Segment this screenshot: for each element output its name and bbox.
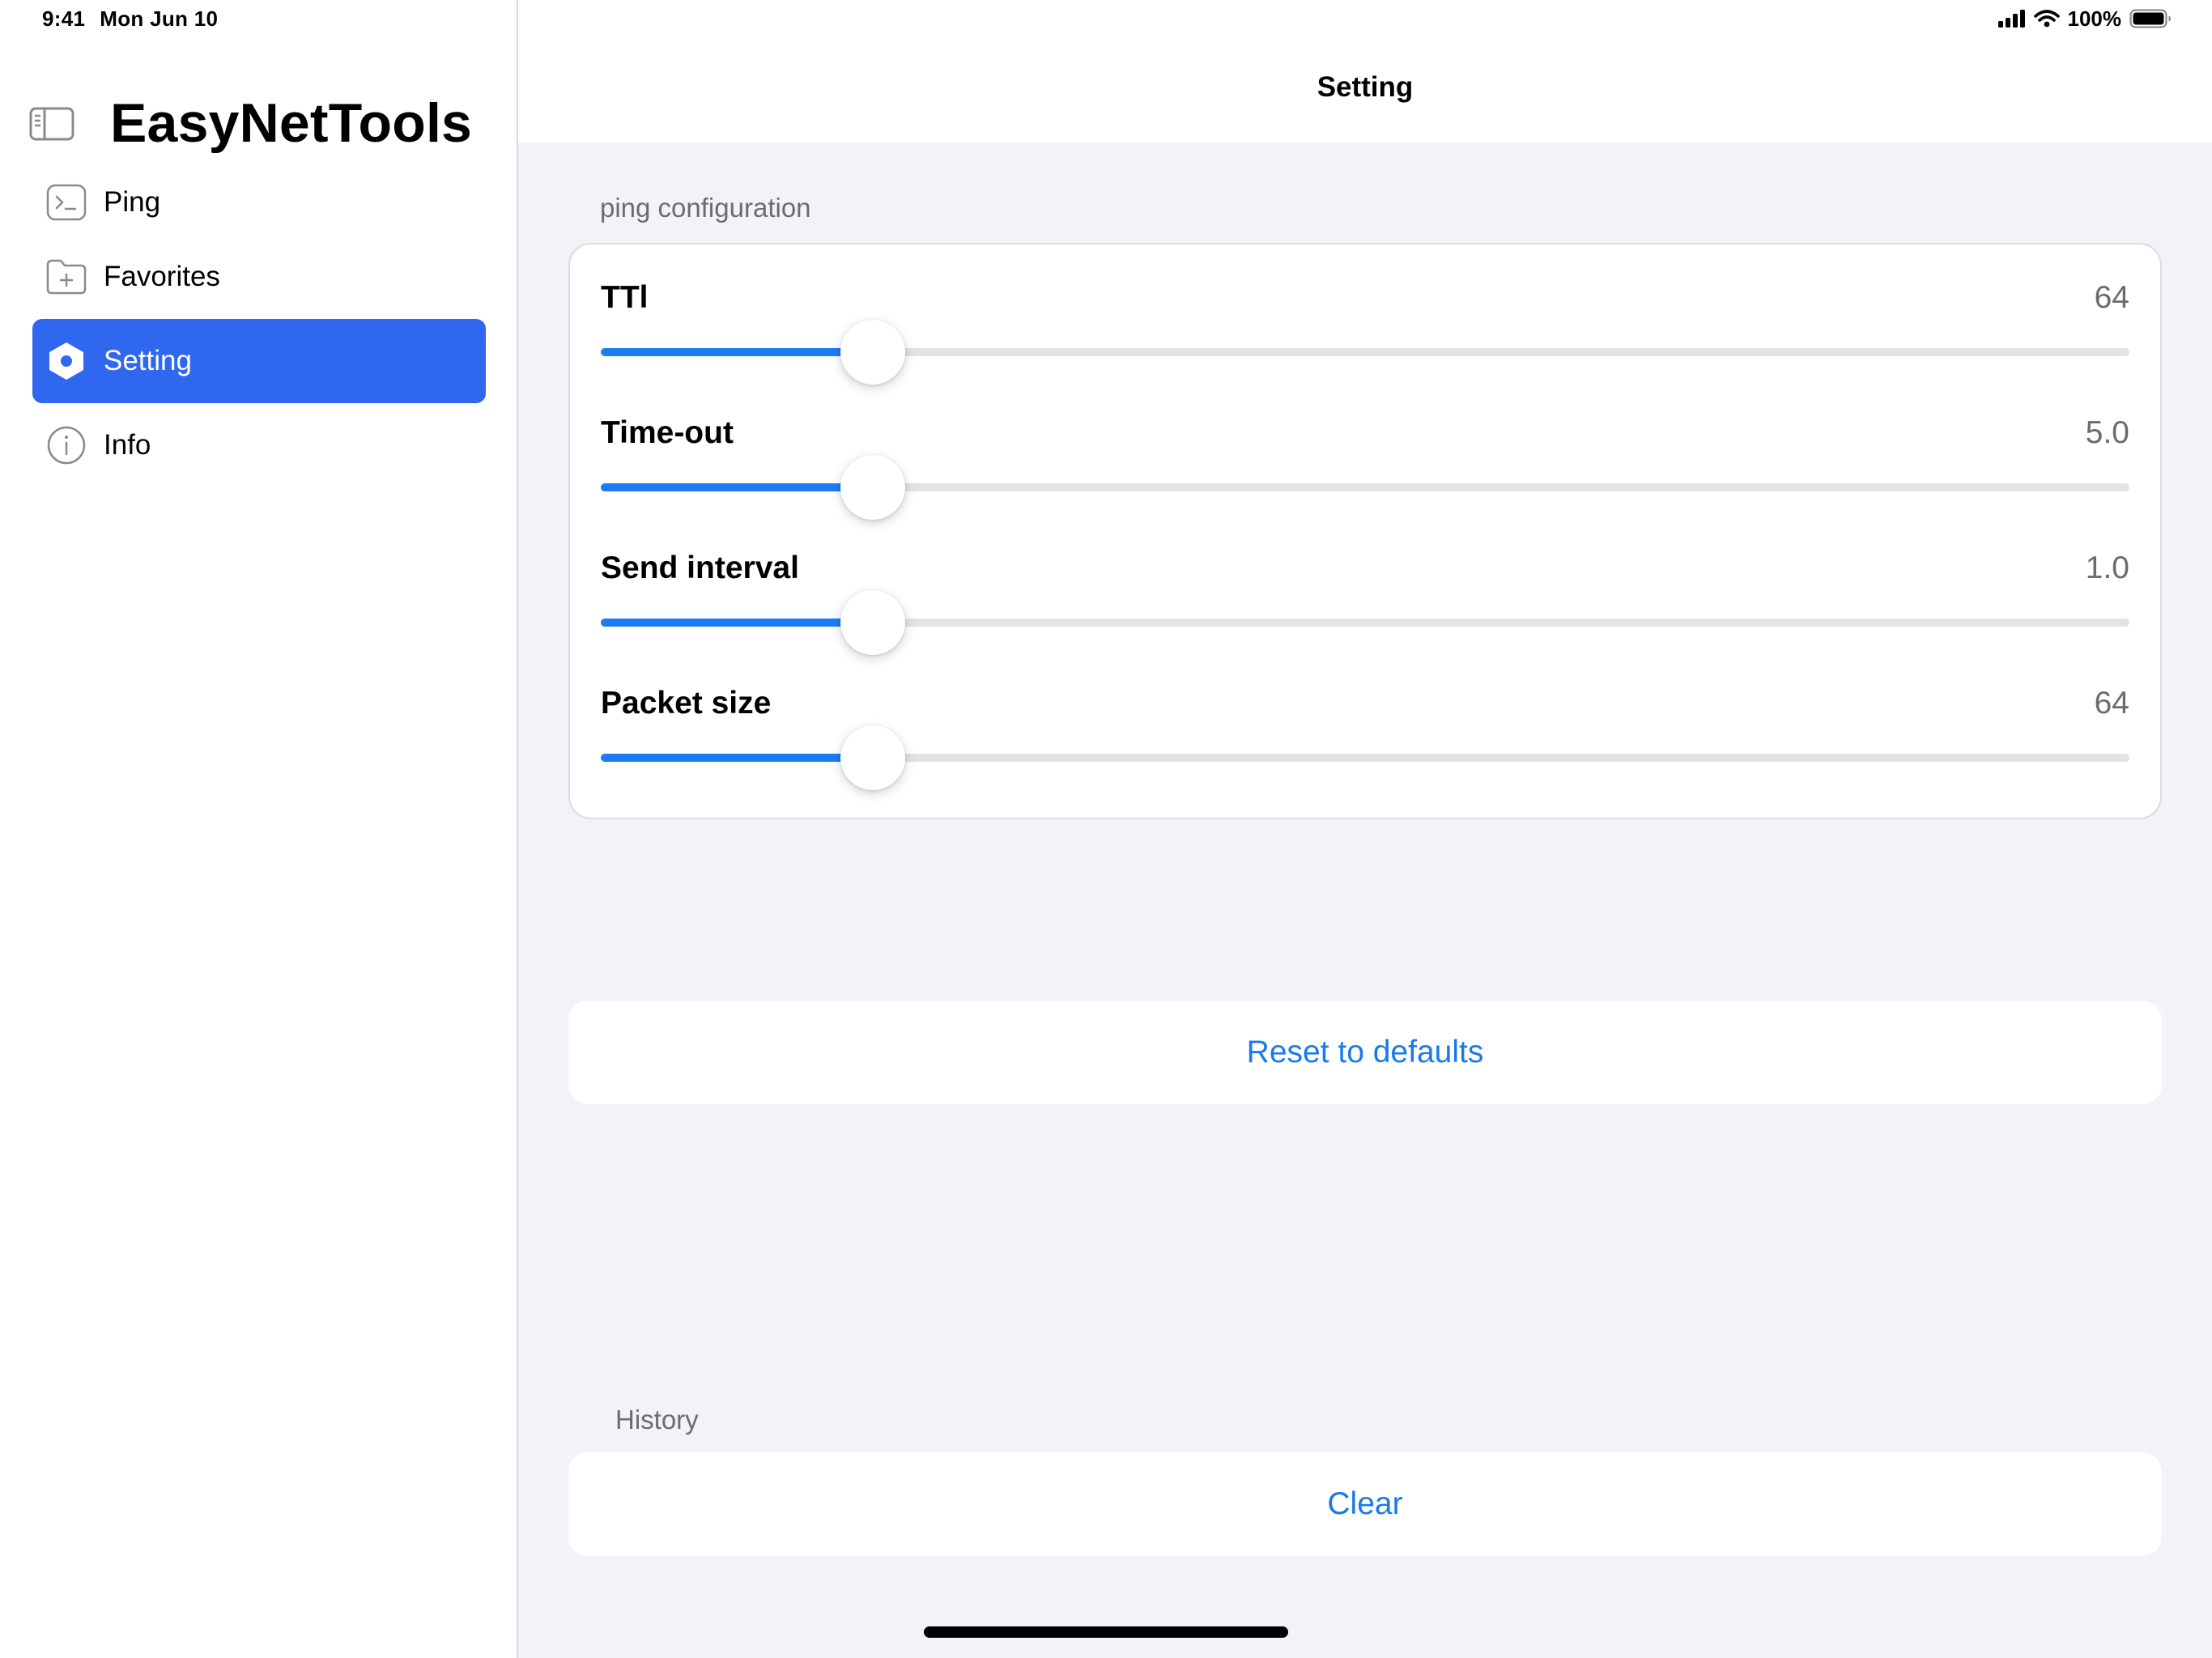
slider-fill xyxy=(601,483,873,491)
slider-track[interactable] xyxy=(601,619,2129,627)
page-title: Setting xyxy=(1317,71,1414,103)
slider-fill xyxy=(601,754,873,762)
slider-value: 5.0 xyxy=(2085,415,2129,450)
slider-label: Time-out xyxy=(601,415,734,450)
cellular-signal-icon xyxy=(1997,10,2026,28)
gear-hexagon-icon xyxy=(45,340,87,382)
navigation-bar: 100% Setting xyxy=(518,0,2212,142)
sidebar-item-label: Favorites xyxy=(104,261,220,292)
slider-thumb[interactable] xyxy=(840,725,905,790)
status-time: 9:41 xyxy=(42,6,86,31)
sidebar-item-ping[interactable]: Ping xyxy=(32,160,486,244)
slider-thumb[interactable] xyxy=(840,590,905,655)
section-header-history: History xyxy=(615,1405,699,1435)
slider-label: Packet size xyxy=(601,686,772,721)
home-indicator xyxy=(924,1626,1288,1638)
clear-history-button[interactable]: Clear xyxy=(568,1452,2162,1556)
sidebar: 9:41 Mon Jun 10 EasyNetTools Ping Favori… xyxy=(0,0,518,1658)
terminal-icon xyxy=(45,181,87,223)
reset-to-defaults-label: Reset to defaults xyxy=(1246,1035,1484,1069)
slider-value: 64 xyxy=(2094,280,2129,315)
sidebar-item-favorites[interactable]: Favorites xyxy=(32,235,486,319)
slider-track[interactable] xyxy=(601,483,2129,491)
sidebar-item-label: Ping xyxy=(104,186,161,218)
app-title: EasyNetTools xyxy=(110,92,473,154)
slider-fill xyxy=(601,619,873,627)
slider-row-timeout: Time-out 5.0 xyxy=(601,401,2129,530)
reset-to-defaults-button[interactable]: Reset to defaults xyxy=(568,1001,2162,1104)
battery-percentage: 100% xyxy=(2067,6,2122,31)
status-date: Mon Jun 10 xyxy=(100,6,219,31)
folder-plus-icon xyxy=(45,256,87,298)
slider-row-ttl: TTl 64 xyxy=(601,266,2129,395)
battery-icon xyxy=(2129,9,2172,28)
slider-label: Send interval xyxy=(601,551,799,585)
slider-fill xyxy=(601,348,873,356)
slider-row-packet-size: Packet size 64 xyxy=(601,671,2129,801)
sidebar-item-label: Setting xyxy=(104,345,192,376)
sidebar-item-setting[interactable]: Setting xyxy=(32,319,486,403)
slider-row-send-interval: Send interval 1.0 xyxy=(601,536,2129,665)
slider-track[interactable] xyxy=(601,348,2129,356)
sidebar-toggle-icon[interactable] xyxy=(29,107,74,141)
ping-configuration-card: TTl 64 Time-out 5.0 Send interval 1.0 Pa… xyxy=(568,243,2162,819)
slider-track[interactable] xyxy=(601,754,2129,762)
sidebar-item-label: Info xyxy=(104,429,151,461)
slider-value: 64 xyxy=(2094,686,2129,721)
main-content: 100% Setting ping configuration TTl 64 T… xyxy=(518,0,2212,1658)
slider-label: TTl xyxy=(601,280,649,315)
slider-thumb[interactable] xyxy=(840,320,905,385)
sidebar-item-info[interactable]: Info xyxy=(32,403,486,487)
wifi-icon xyxy=(2033,10,2060,28)
slider-thumb[interactable] xyxy=(840,455,905,520)
clear-history-label: Clear xyxy=(1327,1486,1403,1521)
info-icon xyxy=(45,424,87,466)
slider-value: 1.0 xyxy=(2085,551,2129,585)
status-bar-left: 9:41 Mon Jun 10 xyxy=(42,6,218,32)
status-bar-right: 100% xyxy=(1997,6,2172,31)
section-header-ping-configuration: ping configuration xyxy=(600,193,811,223)
